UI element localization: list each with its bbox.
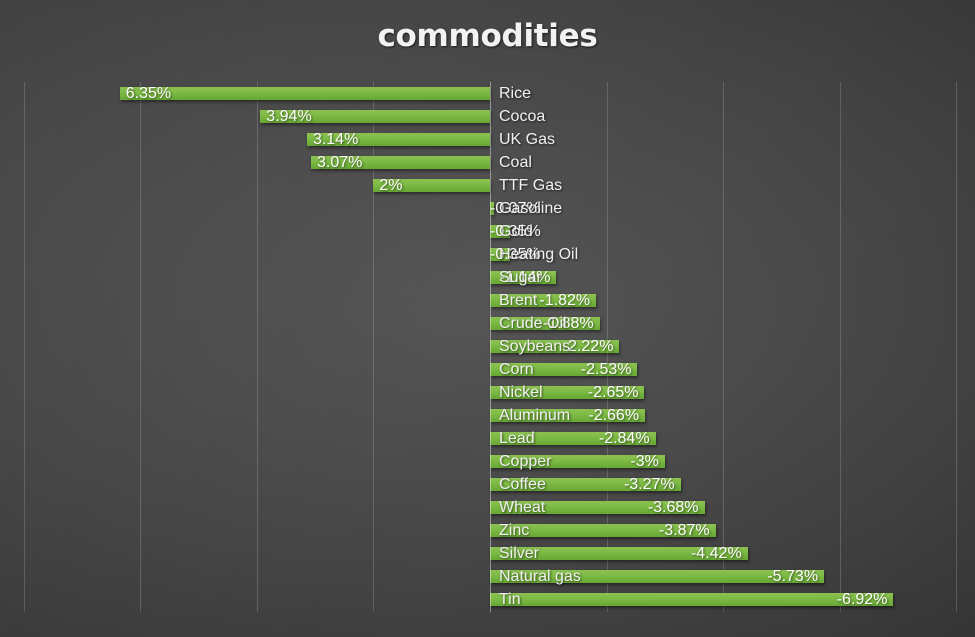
bar-value-label: -5.73%	[767, 568, 819, 585]
bar-value-label: -1.82%	[539, 292, 591, 309]
plot-area: 6.35% 3.94% 3.14% 3.07% 2% -0.07% -0.35% -0.35%…	[0, 82, 975, 612]
bar-series: 6.35% 3.94% 3.14% 3.07% 2% -0.07% -0.35% -0.35%…	[0, 82, 975, 612]
bar-value-label: -3%	[630, 453, 659, 470]
bar[interactable]	[119, 87, 490, 100]
bar-value-label: -2.66%	[588, 407, 640, 424]
bar-row[interactable]: -5.73%	[0, 565, 975, 588]
bar-row[interactable]: 3.14%	[0, 128, 975, 151]
bar-value-label: -2.84%	[598, 430, 650, 447]
bar-value-label: 2%	[379, 177, 403, 194]
bar-row[interactable]: -3%	[0, 450, 975, 473]
bar-row[interactable]: -1.88%	[0, 312, 975, 335]
bar-value-label: -3.87%	[658, 522, 710, 539]
bar-row[interactable]: -3.87%	[0, 519, 975, 542]
bar-row[interactable]: 3.07%	[0, 151, 975, 174]
bar-value-label: -0.07%	[490, 200, 541, 217]
bar-value-label: -3.27%	[623, 476, 675, 493]
bar-value-label: -1.14%	[499, 269, 551, 286]
chart-title: commodities	[377, 18, 598, 54]
bar-row[interactable]: -2.22%	[0, 335, 975, 358]
bar-value-label: -0.35%	[490, 246, 541, 263]
bar-row[interactable]: -0.35%	[0, 243, 975, 266]
bar-value-label: 3.94%	[266, 108, 312, 125]
bar-row[interactable]: 2%	[0, 174, 975, 197]
bar-row[interactable]: -1.82%	[0, 289, 975, 312]
value-axis-zero-line	[490, 82, 491, 612]
bar-row[interactable]: 6.35%	[0, 82, 975, 105]
bar-value-label: 3.07%	[317, 154, 363, 171]
bar-row[interactable]: 3.94%	[0, 105, 975, 128]
bar-row[interactable]: -3.68%	[0, 496, 975, 519]
bar-row[interactable]: -0.35%	[0, 220, 975, 243]
bar-row[interactable]: -6.92%	[0, 588, 975, 611]
bar-value-label: 6.35%	[125, 85, 172, 102]
bar-row[interactable]: -2.84%	[0, 427, 975, 450]
bar-row[interactable]: -1.14%	[0, 266, 975, 289]
bar-row[interactable]: -2.53%	[0, 358, 975, 381]
bar-value-label: -4.42%	[690, 545, 742, 562]
bar-value-label: -1.88%	[542, 315, 594, 332]
commodities-bar-chart: commodities 6.35% 3.94% 3.14% 3.07% 2% -0.07%…	[0, 0, 975, 637]
bar-row[interactable]: -3.27%	[0, 473, 975, 496]
bar-value-label: -3.68%	[647, 499, 699, 516]
bar-row[interactable]: -2.66%	[0, 404, 975, 427]
bar-value-label: 3.14%	[312, 131, 359, 148]
bar-row[interactable]: -2.65%	[0, 381, 975, 404]
bar-row[interactable]: -4.42%	[0, 542, 975, 565]
bar-value-label: -0.35%	[490, 223, 541, 240]
bar-value-label: -2.65%	[587, 384, 639, 401]
bar-row[interactable]: -0.07%	[0, 197, 975, 220]
bar-value-label: -2.53%	[580, 361, 632, 378]
bar-value-label: -6.92%	[836, 591, 888, 608]
bar-value-label: -2.22%	[562, 338, 614, 355]
